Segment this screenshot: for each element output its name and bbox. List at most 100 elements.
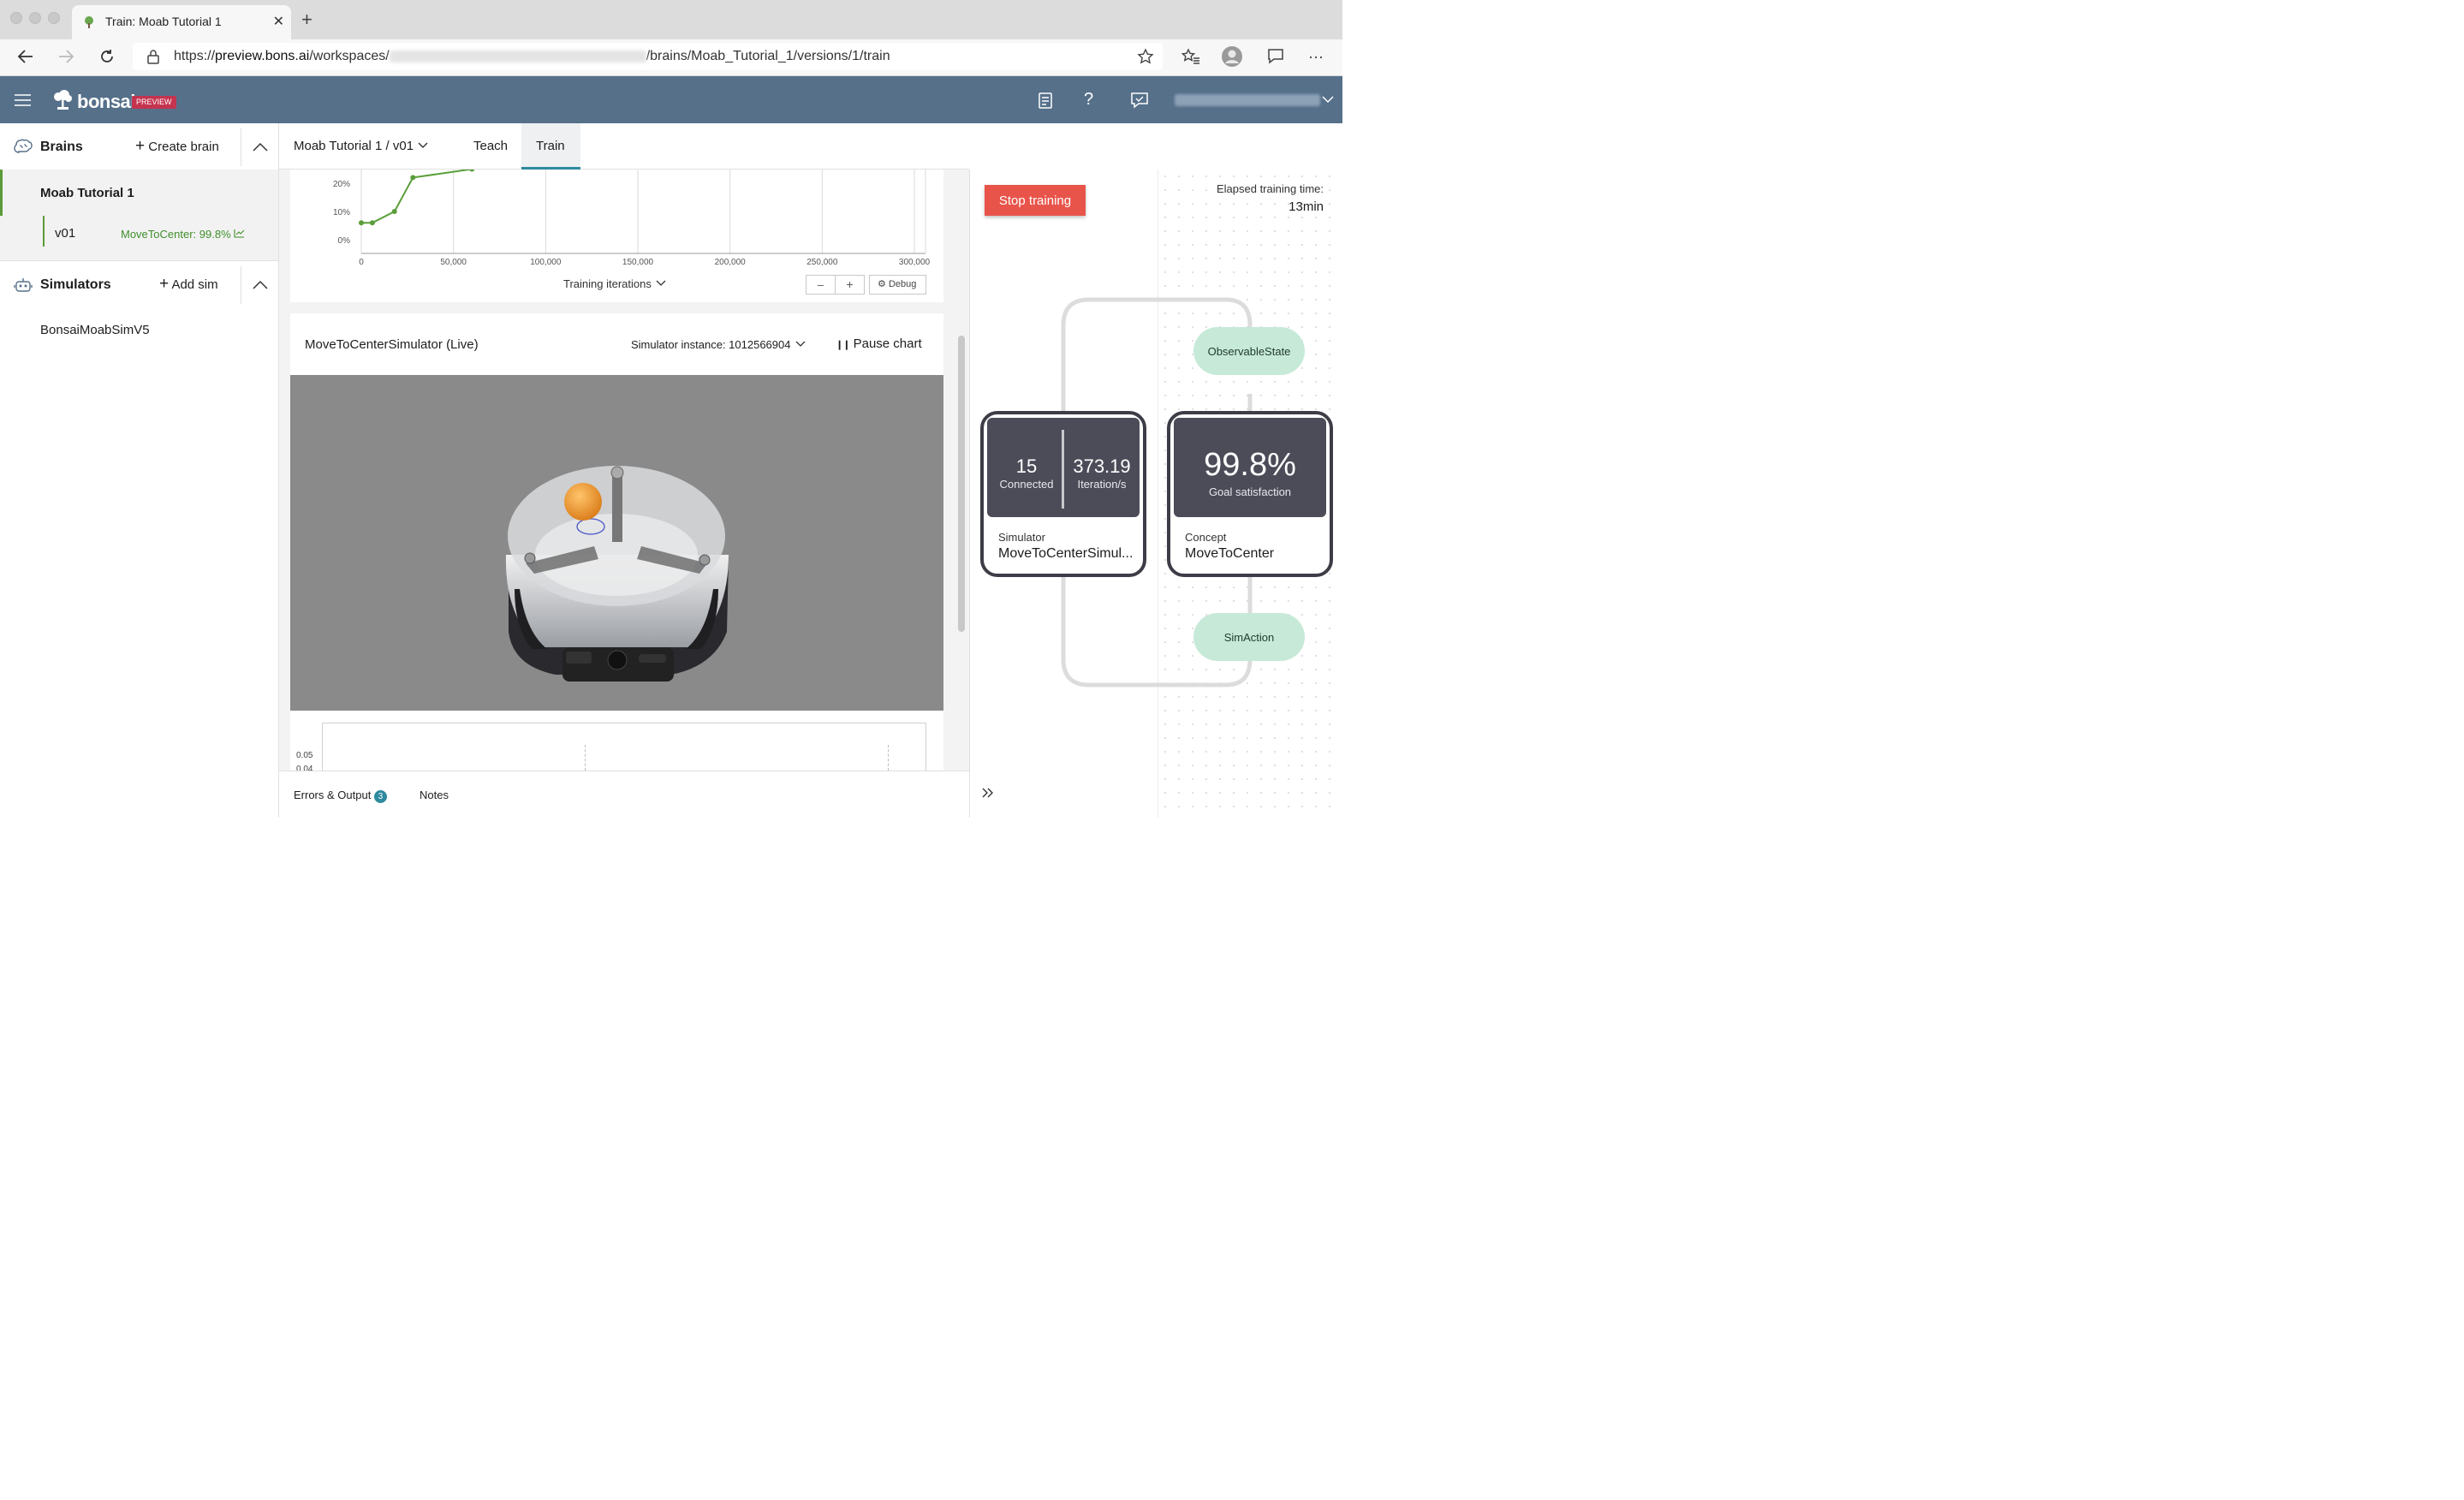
x-tick-label: 150,000 <box>622 258 654 267</box>
pause-chart-button[interactable]: ❙❙ Pause chart <box>836 336 922 351</box>
plus-icon: + <box>159 275 170 293</box>
chevron-down-icon[interactable] <box>1322 93 1334 105</box>
simulators-section-label: Simulators <box>40 277 111 292</box>
zoom-in-button[interactable]: + <box>835 275 865 295</box>
x-tick-label: 0 <box>359 258 364 267</box>
selected-indicator <box>0 170 3 216</box>
concept-node[interactable]: 99.8% Goal satisfaction Concept MoveToCe… <box>1167 411 1333 577</box>
url-text: https://preview.bons.ai/workspaces//brai… <box>174 49 890 63</box>
data-point <box>410 175 416 181</box>
stop-training-button[interactable]: Stop training <box>985 185 1086 216</box>
gridline <box>585 745 586 771</box>
browser-tab-title: Train: Moab Tutorial 1 <box>105 15 222 28</box>
reload-icon[interactable] <box>96 45 118 68</box>
version-status[interactable]: MoveToCenter: 99.8% <box>121 228 245 241</box>
simulator-visualization <box>290 375 943 711</box>
concept-node-type: Concept <box>1185 531 1227 544</box>
create-brain-button[interactable]: + Create brain <box>135 137 219 155</box>
plus-icon: + <box>135 137 146 155</box>
hamburger-menu-icon[interactable] <box>15 94 31 106</box>
feedback-chat-icon[interactable] <box>1130 91 1149 114</box>
close-tab-icon[interactable]: ✕ <box>273 13 284 30</box>
elapsed-label: Elapsed training time: <box>1216 182 1324 195</box>
data-point <box>359 220 364 226</box>
brain-selection-area <box>0 170 278 260</box>
goal-satisfaction-value: 99.8% <box>1204 447 1296 483</box>
feedback-icon[interactable] <box>1265 45 1287 68</box>
observable-state-node[interactable]: ObservableState <box>1193 327 1305 375</box>
brains-section-label: Brains <box>40 140 83 154</box>
y-tick-label: 20% <box>333 180 350 189</box>
x-tick-label: 50,000 <box>440 258 467 267</box>
data-point <box>469 166 475 172</box>
x-tick-label: 300,000 <box>899 258 931 267</box>
bonsai-logo-icon <box>54 90 72 110</box>
data-point <box>369 220 375 226</box>
brain-icon <box>14 139 33 153</box>
browser-tab[interactable]: Train: Moab Tutorial 1 ✕ <box>72 5 291 39</box>
simulator-instance-dropdown[interactable]: Simulator instance: 1012566904 <box>631 338 807 351</box>
mini-chart-tick: 0.04 <box>296 765 313 771</box>
favorite-star-icon[interactable] <box>1134 45 1157 68</box>
bug-icon: ⚙ <box>878 279 886 289</box>
collapse-simulators-button[interactable] <box>241 266 278 304</box>
connected-label: Connected <box>999 478 1054 491</box>
forward-icon[interactable] <box>55 45 77 68</box>
y-tick-label: 0% <box>338 236 351 246</box>
brain-version-dropdown[interactable]: Moab Tutorial 1 / v01 <box>294 139 429 153</box>
window-close-button[interactable] <box>10 12 22 24</box>
simulator-item-bonsaimoabsimv5[interactable]: BonsaiMoabSimV5 <box>40 323 150 337</box>
concept-node-name: MoveToCenter <box>1185 546 1275 561</box>
elapsed-value: 13min <box>1289 199 1324 214</box>
tab-teach[interactable]: Teach <box>473 139 508 153</box>
simulator-node-type: Simulator <box>998 531 1045 544</box>
tab-train-label: Train <box>536 139 565 153</box>
x-axis-selector[interactable]: Training iterations <box>563 277 668 290</box>
zoom-out-button[interactable]: – <box>806 275 836 295</box>
mini-chart-tick: 0.05 <box>296 751 313 760</box>
simulator-node[interactable]: 15 Connected 373.19 Iteration/s Simulato… <box>980 411 1146 577</box>
help-icon[interactable]: ? <box>1084 90 1093 110</box>
lock-icon <box>142 45 164 68</box>
more-menu-icon[interactable]: ··· <box>1305 45 1327 68</box>
x-tick-label: 100,000 <box>530 258 562 267</box>
brain-item-moab-tutorial-1[interactable]: Moab Tutorial 1 <box>40 186 134 200</box>
back-icon[interactable] <box>15 45 37 68</box>
chevron-down-icon <box>795 341 806 347</box>
errors-count-badge: 3 <box>373 790 387 803</box>
chevron-down-icon <box>657 280 666 286</box>
goal-satisfaction-label: Goal satisfaction <box>1208 485 1292 498</box>
add-sim-button[interactable]: + Add sim <box>159 275 218 293</box>
window-maximize-button[interactable] <box>48 12 60 24</box>
errors-output-tab[interactable]: Errors & Output 3 <box>294 789 387 803</box>
simulator-card-title: MoveToCenterSimulator (Live) <box>305 337 479 352</box>
collapse-brains-button[interactable] <box>241 128 278 166</box>
x-tick-label: 250,000 <box>806 258 838 267</box>
simulator-robot-icon <box>14 278 33 292</box>
notes-icon[interactable] <box>1036 91 1055 114</box>
notes-tab[interactable]: Notes <box>420 789 449 801</box>
x-tick-label: 200,000 <box>715 258 747 267</box>
gridline <box>888 745 889 771</box>
divider <box>0 260 278 261</box>
brand-name: bonsai <box>77 91 135 112</box>
preview-badge: PREVIEW <box>132 96 176 109</box>
debug-button[interactable]: ⚙ Debug <box>869 275 926 295</box>
bonsai-favicon-icon <box>85 16 93 28</box>
y-tick-label: 10% <box>333 208 350 217</box>
user-email[interactable] <box>1175 94 1320 106</box>
new-tab-icon[interactable]: + <box>301 10 312 29</box>
profile-avatar-icon[interactable] <box>1221 45 1243 68</box>
chevron-down-icon <box>418 142 428 148</box>
favorites-icon[interactable] <box>1180 45 1202 68</box>
iteration-rate-label: Iteration/s <box>1077 478 1127 491</box>
version-item-v01[interactable]: v01 <box>55 226 75 241</box>
chevron-up-icon <box>253 280 268 289</box>
connected-count: 15 <box>1015 455 1038 477</box>
sim-action-node[interactable]: SimAction <box>1193 613 1305 661</box>
window-minimize-button[interactable] <box>29 12 41 24</box>
main-scrollbar[interactable] <box>958 336 965 632</box>
version-indicator <box>43 216 45 247</box>
simulator-node-name: MoveToCenterSimul... <box>998 546 1134 561</box>
expand-panel-icon[interactable] <box>981 786 995 804</box>
